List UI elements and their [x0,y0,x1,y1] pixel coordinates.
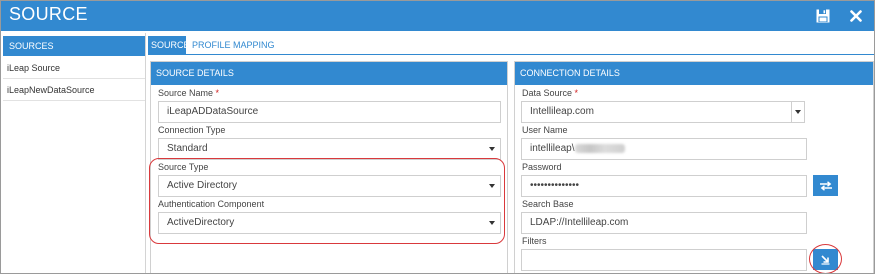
source-name-label: Source Name * [158,88,220,98]
tab-source[interactable]: SOURCE [148,36,190,54]
source-window: SOURCE SOURCES iLeap Source iLeapNewData… [0,0,875,274]
password-label: Password [522,162,562,172]
download-arrow-icon [821,255,830,265]
source-details-header: SOURCE DETAILS [151,62,507,85]
swap-button[interactable] [813,175,838,196]
chevron-down-icon [489,221,495,225]
source-type-label: Source Type [158,162,209,172]
data-source-dropdown-button[interactable] [791,101,805,123]
tab-underline [148,54,874,55]
title-bar: SOURCE [1,1,874,31]
sidebar-item-ileap-new-data-source[interactable]: iLeapNewDataSource [3,79,145,101]
redacted-text [575,143,626,153]
sources-header: SOURCES [3,36,145,56]
search-base-input[interactable]: LDAP://Intellileap.com [521,212,807,234]
authentication-component-select[interactable]: ActiveDirectory [158,212,501,234]
close-icon[interactable] [847,7,865,25]
search-base-label: Search Base [522,199,574,209]
filter-builder-button[interactable] [813,249,838,270]
swap-arrows-icon [819,180,832,191]
authentication-component-label: Authentication Component [158,199,265,209]
tab-profile-mapping[interactable]: PROFILE MAPPING [189,36,278,54]
window-title: SOURCE [9,4,88,24]
chevron-down-icon [489,184,495,188]
password-input[interactable]: •••••••••••••• [521,175,807,197]
data-source-label: Data Source * [522,88,579,98]
connection-type-select[interactable]: Standard [158,138,501,160]
chevron-down-icon [795,110,801,114]
connection-details-header: CONNECTION DETAILS [515,62,873,85]
sources-sidebar: SOURCES iLeap Source iLeapNewDataSource [1,33,146,273]
source-name-input[interactable]: iLeapADDataSource [158,101,501,123]
user-name-input[interactable]: intellileap\ [521,138,807,160]
connection-type-label: Connection Type [158,125,226,135]
filters-label: Filters [522,236,547,246]
filters-input[interactable] [521,249,807,271]
user-name-label: User Name [522,125,568,135]
chevron-down-icon [489,147,495,151]
data-source-input[interactable]: Intellileap.com [521,101,792,123]
floppy-disk-icon[interactable] [814,7,832,25]
source-type-select[interactable]: Active Directory [158,175,501,197]
sidebar-item-ileap-source[interactable]: iLeap Source [3,57,145,79]
